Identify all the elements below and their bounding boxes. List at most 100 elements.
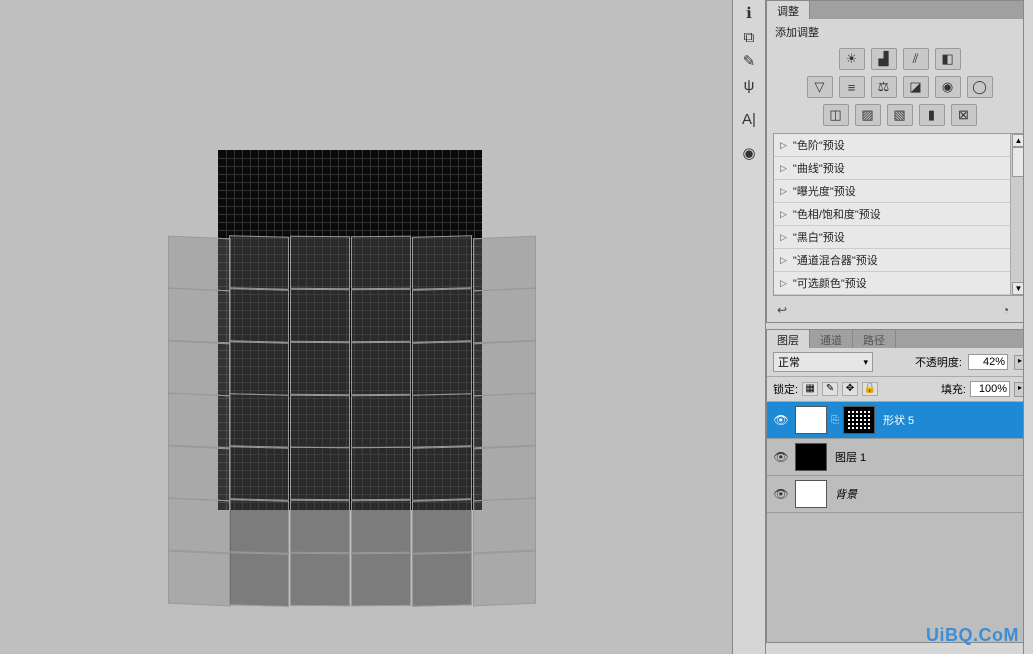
warp-tile (168, 550, 231, 606)
layers-tabbar: 图层 通道 路径 (767, 330, 1032, 348)
exposure-icon[interactable]: ◧ (935, 48, 961, 70)
lock-all-icon[interactable]: 🔒 (862, 382, 878, 396)
preset-item[interactable]: ▷ "黑白"预设 (774, 226, 1025, 249)
channel-mixer-icon[interactable]: ◯ (967, 76, 993, 98)
preset-label: "曝光度"预设 (793, 183, 856, 199)
layer-row[interactable]: 👁 图层 1 (767, 439, 1032, 476)
fill-input[interactable] (970, 381, 1010, 397)
warp-tile (290, 236, 350, 289)
warp-tile (351, 553, 411, 606)
warp-tile (168, 235, 231, 291)
threshold-icon[interactable]: ▧ (887, 104, 913, 126)
layer-name-label: 图层 1 (835, 449, 866, 465)
posterize-icon[interactable]: ▨ (855, 104, 881, 126)
warp-tile (351, 500, 411, 553)
adjustments-subtitle: 添加调整 (767, 19, 1032, 45)
layer-thumbnail[interactable] (795, 480, 827, 508)
vibrance-icon[interactable]: ▽ (807, 76, 833, 98)
warp-tile (229, 446, 289, 500)
selective-color-icon[interactable]: ⊠ (951, 104, 977, 126)
warp-tile (412, 552, 472, 606)
lock-position-icon[interactable]: ✥ (842, 382, 858, 396)
brush-icon[interactable]: ✎ (735, 50, 763, 72)
warp-tile (229, 235, 289, 289)
layer-thumbnail[interactable] (795, 443, 827, 471)
invert-icon[interactable]: ◫ (823, 104, 849, 126)
clip-icon[interactable]: ◔ (1002, 303, 1022, 319)
character-icon[interactable]: A| (735, 108, 763, 130)
swatches-icon[interactable]: ⧉ (735, 26, 763, 48)
visibility-eye-icon[interactable]: 👁 (771, 450, 791, 464)
warp-tile (229, 341, 289, 395)
warp-tile (229, 552, 289, 606)
photo-filter-icon[interactable]: ◉ (935, 76, 961, 98)
black-white-icon[interactable]: ◪ (903, 76, 929, 98)
link-icon: ⎘ (831, 415, 839, 426)
warped-shape-layer (170, 236, 530, 606)
blend-mode-dropdown[interactable]: 正常 ▾ (773, 352, 873, 372)
warp-tile (412, 235, 472, 289)
adjustment-icon-grid: ☀ ▟ ⫽ ◧ ▽ ≡ ⚖ ◪ ◉ ◯ ◫ ▨ ▧ ▮ ⊠ (767, 45, 1032, 129)
preset-item[interactable]: ▷"色阶"预设 (774, 134, 1025, 157)
warp-tile (412, 288, 472, 342)
preset-item[interactable]: ▷"通道混合器"预设 (774, 249, 1025, 272)
lock-transparent-icon[interactable]: ▦ (802, 382, 818, 396)
lock-pixels-icon[interactable]: ✎ (822, 382, 838, 396)
lock-fill-row: 锁定: ▦ ✎ ✥ 🔒 填充: ▸ (767, 377, 1032, 402)
warp-tile (168, 445, 231, 501)
brightness-contrast-icon[interactable]: ☀ (839, 48, 865, 70)
snapshot-icon[interactable]: ◉ (735, 142, 763, 164)
layer-list: 👁⎘形状 5👁图层 1👁背景 (767, 402, 1032, 642)
tab-adjustments[interactable]: 调整 (767, 1, 810, 19)
return-icon[interactable]: ↩ (777, 303, 797, 319)
tab-paths[interactable]: 路径 (853, 330, 896, 348)
warp-tile (168, 393, 231, 449)
info-icon[interactable]: ℹ (735, 2, 763, 24)
warp-tile (473, 550, 536, 606)
warp-tile (473, 288, 536, 344)
disclosure-triangle-icon: ▷ (780, 232, 787, 243)
preset-item[interactable]: ▷"曝光度"预设 (774, 180, 1025, 203)
layer-row[interactable]: 👁⎘形状 5 (767, 402, 1032, 439)
curves-icon[interactable]: ⫽ (903, 48, 929, 70)
preset-item[interactable]: ▷ "色相/饱和度"预设 (774, 203, 1025, 226)
disclosure-triangle-icon: ▷ (780, 209, 787, 220)
warp-tile (351, 394, 411, 447)
blend-mode-value: 正常 (778, 354, 800, 370)
preset-item[interactable]: ▷"可选颜色"预设 (774, 272, 1025, 295)
warp-tile (290, 289, 350, 342)
warp-tile (290, 394, 350, 447)
disclosure-triangle-icon: ▷ (780, 163, 787, 174)
levels-icon[interactable]: ▟ (871, 48, 897, 70)
preset-label: "通道混合器"预设 (793, 252, 878, 268)
canvas-area[interactable] (0, 0, 730, 654)
styles-icon[interactable]: ψ (735, 74, 763, 96)
adjustments-tabbar: 调整 (767, 1, 1032, 19)
adjustments-footer: ↩ ◔ (767, 300, 1032, 322)
warp-tile (412, 446, 472, 500)
preset-label: "可选颜色"预设 (793, 275, 867, 291)
visibility-eye-icon[interactable]: 👁 (771, 487, 791, 501)
layer-row[interactable]: 👁背景 (767, 476, 1032, 513)
warp-tile (473, 498, 536, 554)
warp-tile (412, 394, 472, 448)
warp-tile (412, 341, 472, 395)
warp-tile (168, 498, 231, 554)
preset-label: "黑白"预设 (793, 229, 845, 245)
tab-layers[interactable]: 图层 (767, 330, 810, 348)
opacity-input[interactable] (968, 354, 1008, 370)
preset-item[interactable]: ▷"曲线"预设 (774, 157, 1025, 180)
tab-channels[interactable]: 通道 (810, 330, 853, 348)
resize-strip[interactable] (1023, 0, 1033, 654)
visibility-eye-icon[interactable]: 👁 (771, 413, 791, 427)
color-balance-icon[interactable]: ⚖ (871, 76, 897, 98)
preset-label: "色相/饱和度"预设 (793, 206, 881, 222)
hue-saturation-icon[interactable]: ≡ (839, 76, 865, 98)
mask-thumbnail[interactable] (843, 406, 875, 434)
layer-thumbnail[interactable] (795, 406, 827, 434)
adjustments-panel: 调整 添加调整 ☀ ▟ ⫽ ◧ ▽ ≡ ⚖ ◪ ◉ ◯ ◫ ▨ ▧ ▮ (766, 0, 1033, 323)
gradient-map-icon[interactable]: ▮ (919, 104, 945, 126)
warp-tile (473, 445, 536, 501)
warp-tile (290, 341, 350, 394)
lock-label: 锁定: (773, 381, 798, 397)
